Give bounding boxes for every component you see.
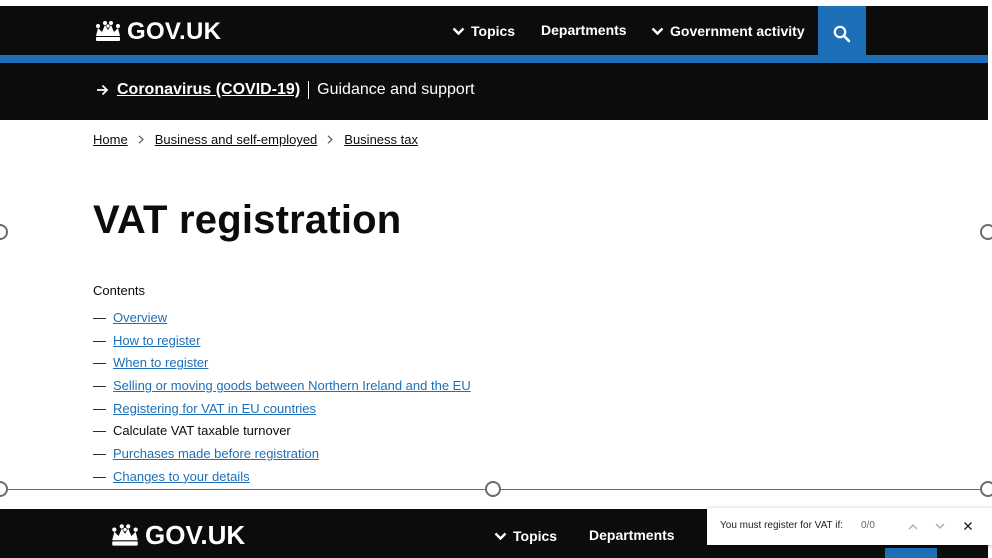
contents-link-purchases[interactable]: Purchases made before registration xyxy=(113,446,319,461)
header-blue-bar xyxy=(0,55,988,63)
page-title: VAT registration xyxy=(93,198,402,242)
contents-item: — Overview xyxy=(93,309,168,325)
find-next-button[interactable] xyxy=(932,518,948,534)
find-previous-button[interactable] xyxy=(905,518,921,534)
resize-handle-bottom-left[interactable] xyxy=(0,481,8,497)
govuk-logo-link[interactable]: GOV.UK xyxy=(109,520,245,551)
crown-icon xyxy=(96,21,120,41)
chevron-down-icon xyxy=(651,27,664,35)
site-header: GOV.UK Topics Departments Government act… xyxy=(0,6,988,61)
contents-item: — Selling or moving goods between Norther… xyxy=(93,377,471,393)
contents-link-eu-countries[interactable]: Registering for VAT in EU countries xyxy=(113,401,316,416)
breadcrumb-business[interactable]: Business and self-employed xyxy=(155,132,318,147)
chevron-right-icon xyxy=(138,135,144,144)
resize-handle-bottom-right[interactable] xyxy=(980,481,992,497)
contents-link-how-to-register[interactable]: How to register xyxy=(113,333,200,348)
contents-item: — When to register xyxy=(93,355,209,371)
nav-government-activity[interactable]: Government activity xyxy=(651,23,805,39)
contents-link-northern-ireland[interactable]: Selling or moving goods between Northern… xyxy=(113,378,471,393)
covid-link[interactable]: Coronavirus (COVID-19) xyxy=(117,81,300,99)
crown-icon xyxy=(112,523,138,546)
govuk-logo-link[interactable]: GOV.UK xyxy=(93,18,221,46)
nav-departments[interactable]: Departments xyxy=(589,527,675,543)
chevron-right-icon xyxy=(327,135,334,144)
chevron-down-icon xyxy=(452,27,465,35)
breadcrumb-business-tax[interactable]: Business tax xyxy=(344,132,418,147)
contents-item: — How to register xyxy=(93,332,201,348)
search-icon xyxy=(833,25,851,42)
find-bar: You must register for VAT if: 0/0 xyxy=(707,508,992,545)
contents-item: — Changes to your details xyxy=(93,468,250,484)
find-input[interactable]: You must register for VAT if: xyxy=(720,520,843,531)
contents-item: — Calculate VAT taxable turnover xyxy=(93,423,291,439)
banner-divider xyxy=(308,81,310,99)
nav-topics[interactable]: Topics xyxy=(452,23,515,39)
search-button-stub[interactable] xyxy=(885,548,937,558)
covid-banner: Coronavirus (COVID-19) Guidance and supp… xyxy=(0,63,988,120)
breadcrumb-home[interactable]: Home xyxy=(93,132,128,147)
contents-list: — Overview — How to register — When to regi… xyxy=(93,306,471,488)
chevron-down-icon xyxy=(935,523,945,529)
resize-handle-left[interactable] xyxy=(0,224,8,240)
logo-text: GOV.UK xyxy=(145,520,246,550)
logo-text: GOV.UK xyxy=(127,18,222,45)
contents-link-changes[interactable]: Changes to your details xyxy=(113,469,250,484)
nav-topics[interactable]: Topics xyxy=(494,528,557,544)
chevron-up-icon xyxy=(908,523,918,529)
resize-handle-bottom[interactable] xyxy=(485,481,501,497)
contents-link-when-to-register[interactable]: When to register xyxy=(113,355,208,370)
contents-item: — Registering for VAT in EU countries xyxy=(93,400,317,416)
breadcrumb: Home Business and self-employed Business… xyxy=(93,132,418,147)
close-icon xyxy=(964,522,972,530)
chevron-down-icon xyxy=(494,532,507,540)
arrow-right-icon xyxy=(97,84,109,96)
contents-item: — Purchases made before registration xyxy=(93,445,319,461)
resize-handle-right[interactable] xyxy=(980,224,992,240)
banner-text: Guidance and support xyxy=(317,81,475,98)
find-close-button[interactable] xyxy=(960,518,976,534)
contents-heading: Contents xyxy=(93,283,146,298)
nav-departments[interactable]: Departments xyxy=(541,22,627,38)
find-match-count: 0/0 xyxy=(861,520,875,531)
contents-link-overview[interactable]: Overview xyxy=(113,310,167,325)
contents-current-item: Calculate VAT taxable turnover xyxy=(113,423,291,439)
search-button[interactable] xyxy=(818,6,866,61)
